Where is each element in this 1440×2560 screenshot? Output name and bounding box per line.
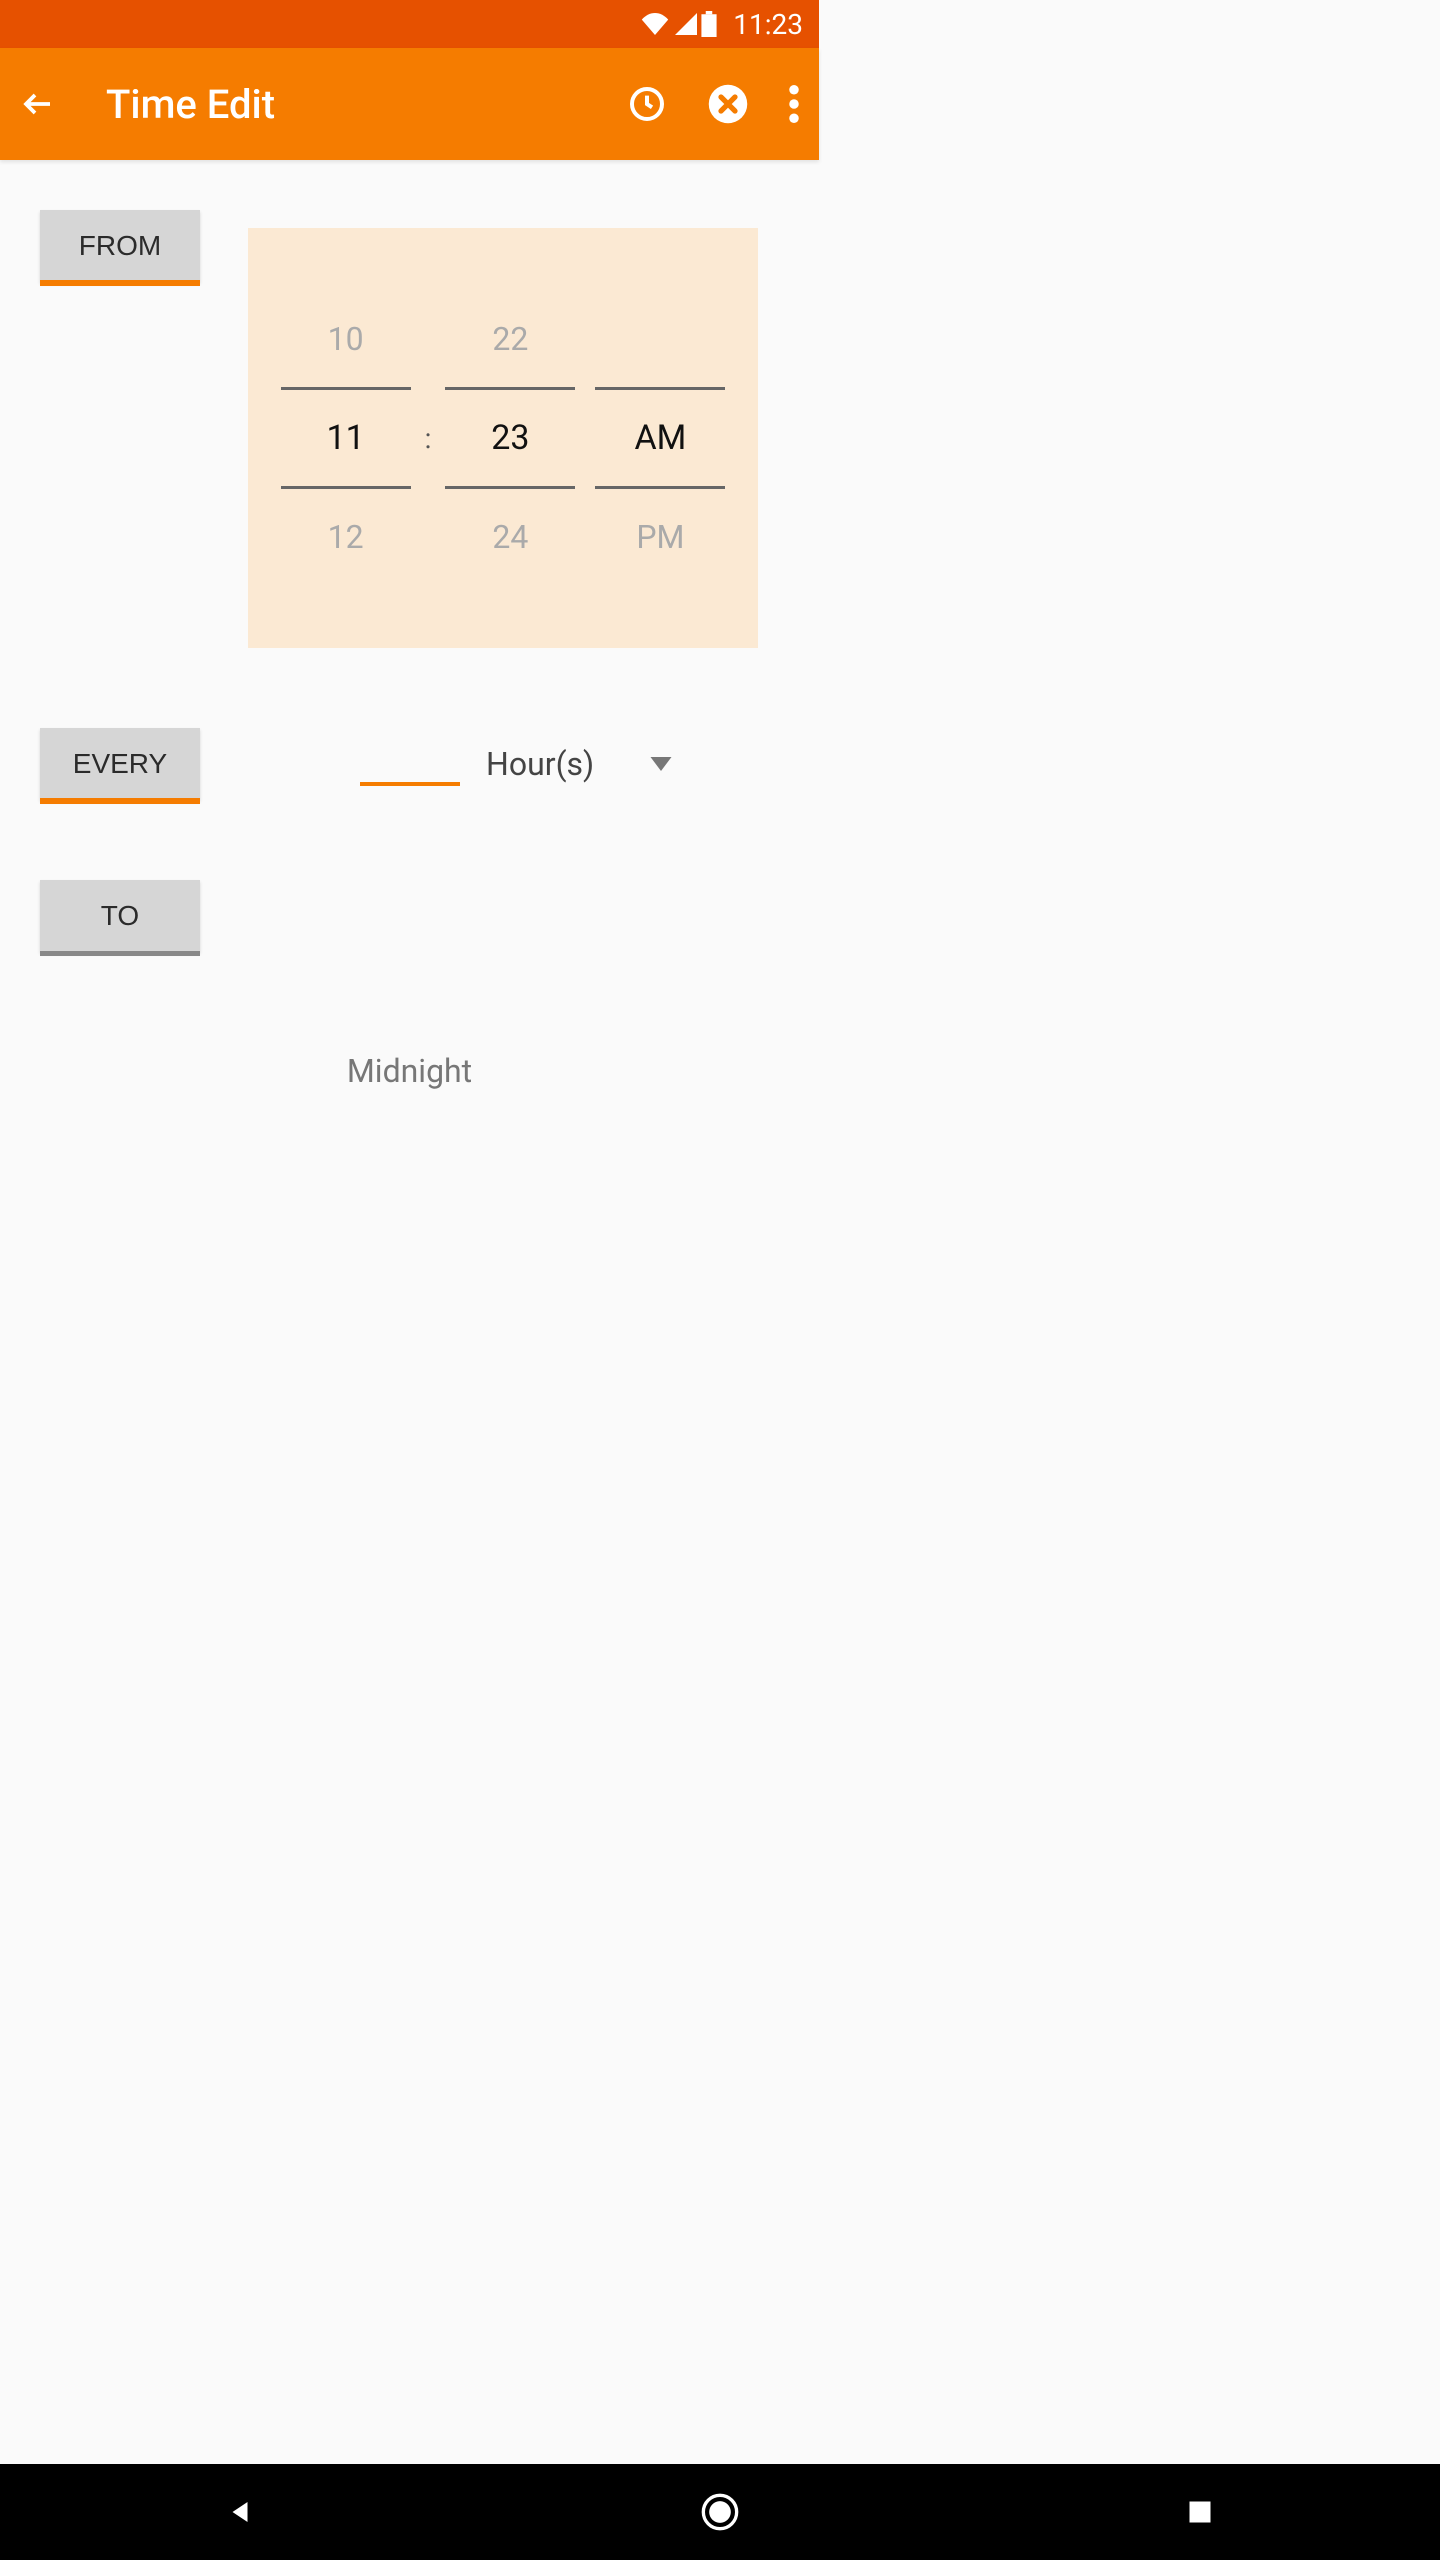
minute-current: 23 [491,408,529,468]
more-icon[interactable] [789,85,799,123]
to-value: Midnight [40,1052,779,1090]
cell-signal-icon [673,13,697,35]
status-icons [641,11,717,37]
app-bar: Time Edit [0,48,819,160]
app-actions [627,83,799,125]
nav-home-icon[interactable] [700,2492,740,2532]
ampm-wheel[interactable]: AM PM [595,309,725,567]
minute-wheel[interactable]: 22 23 24 [445,309,575,567]
battery-icon [701,11,717,37]
app-title: Time Edit [106,81,627,128]
hour-next: 12 [328,507,364,567]
every-input[interactable] [360,742,460,786]
ampm-next: PM [636,507,684,567]
every-button[interactable]: EVERY [40,728,200,800]
time-picker: 10 11 12 : 22 23 24 AM PM [248,228,758,648]
ampm-current: AM [634,408,686,468]
every-row: EVERY Hour(s) [40,728,779,800]
minute-prev: 22 [492,309,528,369]
from-row: FROM 10 11 12 : 22 23 24 AM [40,210,779,648]
from-button[interactable]: FROM [40,210,200,282]
minute-next: 24 [492,507,528,567]
status-bar: 11:23 [0,0,819,48]
status-time: 11:23 [733,8,803,41]
chevron-down-icon[interactable] [650,757,672,771]
close-circle-icon[interactable] [707,83,749,125]
to-button[interactable]: TO [40,880,200,952]
wifi-icon [641,13,669,35]
to-row: TO [40,880,779,952]
android-nav-bar [0,2464,1440,2560]
every-unit-label[interactable]: Hour(s) [486,745,594,783]
hour-current: 11 [327,408,365,468]
hour-prev: 10 [328,309,364,369]
content: FROM 10 11 12 : 22 23 24 AM [0,160,819,1140]
time-colon: : [425,422,432,455]
hour-wheel[interactable]: 10 11 12 [281,309,411,567]
back-icon[interactable] [20,86,56,122]
clock-icon[interactable] [627,84,667,124]
nav-back-icon[interactable] [220,2492,260,2532]
nav-recent-icon[interactable] [1180,2492,1220,2532]
